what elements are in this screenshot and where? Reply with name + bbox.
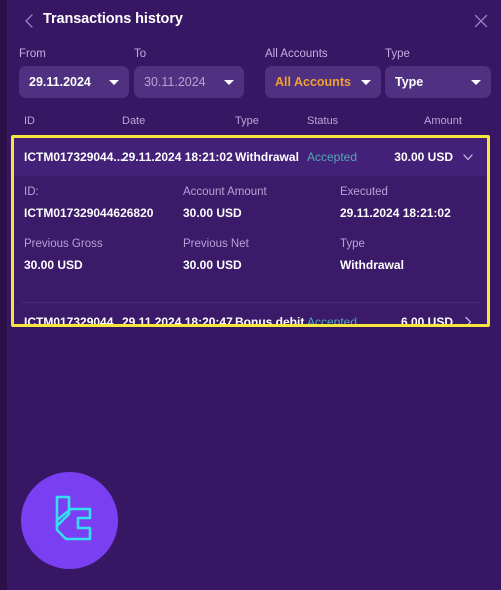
row-amount: 30.00 USD [394, 150, 453, 164]
filter-from: From 29.11.2024 [19, 48, 129, 98]
row-status: Accepted [307, 150, 358, 164]
column-header-type: Type [235, 115, 259, 127]
detail-previous-gross-value: 30.00 USD [24, 258, 83, 272]
table-column-headers: ID Date Type Status Amount [7, 115, 501, 135]
column-header-date: Date [122, 115, 146, 127]
detail-field-account-amount: Account Amount 30.00 USD [183, 186, 267, 220]
header: Transactions history [7, 0, 501, 42]
transaction-detail-panel: ID: ICTM017329044626820 Account Amount 3… [14, 176, 487, 302]
column-header-id: ID [24, 115, 35, 127]
close-icon[interactable] [472, 12, 490, 30]
from-date-value: 29.11.2024 [29, 75, 91, 89]
detail-field-type: Type Withdrawal [340, 238, 404, 272]
row-type: Bonus debit [235, 315, 305, 327]
row-id: ICTM017329044... [24, 315, 124, 327]
detail-id-value: ICTM017329044626820 [24, 206, 154, 220]
row-status: Accepted [307, 315, 358, 327]
chevron-down-icon[interactable] [461, 150, 475, 164]
page-title: Transactions history [43, 11, 183, 27]
filter-type-label: Type [385, 48, 410, 60]
detail-executed-label: Executed [340, 186, 388, 198]
detail-id-label: ID: [24, 186, 39, 198]
transactions-list-highlight: ICTM017329044... 29.11.2024 18:21:02 Wit… [11, 135, 490, 327]
filter-accounts: All Accounts All Accounts [265, 48, 381, 98]
to-date-value: 30.11.2024 [144, 75, 206, 89]
detail-executed-value: 29.11.2024 18:21:02 [340, 206, 451, 220]
detail-row-1: ID: ICTM017329044626820 Account Amount 3… [14, 186, 487, 238]
detail-type-label: Type [340, 238, 365, 250]
detail-field-previous-gross: Previous Gross 30.00 USD [24, 238, 103, 272]
row-type: Withdrawal [235, 150, 299, 164]
table-row[interactable]: ICTM017329044... 29.11.2024 18:20:47 Bon… [14, 303, 487, 327]
detail-account-amount-label: Account Amount [183, 186, 267, 198]
accounts-value: All Accounts [275, 75, 351, 89]
chevron-left-icon[interactable] [21, 12, 37, 30]
detail-field-previous-net: Previous Net 30.00 USD [183, 238, 249, 272]
detail-row-2: Previous Gross 30.00 USD Previous Net 30… [14, 238, 487, 290]
chevron-down-icon [471, 80, 481, 85]
left-edge-strip [0, 0, 7, 590]
column-header-status: Status [307, 115, 339, 127]
from-date-select[interactable]: 29.11.2024 [19, 66, 129, 98]
row-date: 29.11.2024 18:20:47 [122, 315, 233, 327]
filter-to: To 30.11.2024 [134, 48, 244, 98]
chevron-down-icon [361, 80, 371, 85]
column-header-amount: Amount [424, 115, 462, 127]
detail-field-executed: Executed 29.11.2024 18:21:02 [340, 186, 451, 220]
chevron-down-icon [224, 80, 234, 85]
filter-to-label: To [134, 48, 147, 60]
accounts-select[interactable]: All Accounts [265, 66, 381, 98]
detail-previous-net-value: 30.00 USD [183, 258, 242, 272]
app-logo-icon [21, 472, 118, 569]
to-date-select[interactable]: 30.11.2024 [134, 66, 244, 98]
filter-bar: From 29.11.2024 To 30.11.2024 All Accoun… [7, 48, 501, 106]
transactions-list: ICTM017329044... 29.11.2024 18:21:02 Wit… [14, 138, 487, 324]
filter-accounts-label: All Accounts [265, 48, 328, 60]
type-select[interactable]: Type [385, 66, 491, 98]
detail-account-amount-value: 30.00 USD [183, 206, 242, 220]
row-id: ICTM017329044... [24, 150, 124, 164]
row-date: 29.11.2024 18:21:02 [122, 150, 233, 164]
row-amount: 6.00 USD [400, 315, 453, 327]
filter-from-label: From [19, 48, 46, 60]
detail-type-value: Withdrawal [340, 258, 404, 272]
chevron-right-icon[interactable] [461, 315, 475, 324]
detail-previous-gross-label: Previous Gross [24, 238, 103, 250]
chevron-down-icon [109, 80, 119, 85]
type-value: Type [395, 75, 424, 89]
transactions-history-screen: Transactions history From 29.11.2024 To … [0, 0, 501, 590]
detail-previous-net-label: Previous Net [183, 238, 249, 250]
table-row[interactable]: ICTM017329044... 29.11.2024 18:21:02 Wit… [14, 138, 487, 176]
detail-field-id: ID: ICTM017329044626820 [24, 186, 153, 220]
filter-type: Type Type [385, 48, 491, 98]
